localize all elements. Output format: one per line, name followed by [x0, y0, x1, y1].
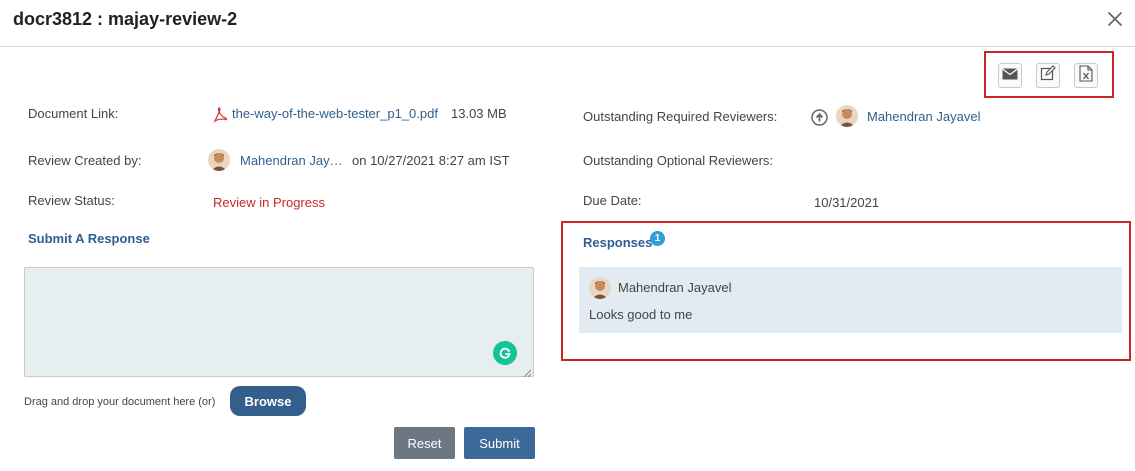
header-divider [0, 46, 1135, 47]
upload-circle-icon [811, 109, 828, 126]
email-icon [1002, 67, 1018, 85]
excel-export-icon [1079, 64, 1093, 87]
responses-title: Responses [583, 235, 653, 250]
document-link-label: Document Link: [28, 106, 119, 121]
browse-button[interactable]: Browse [230, 386, 306, 416]
review-created-by-label: Review Created by: [28, 153, 142, 168]
creator-name-link[interactable]: Mahendran Jay… [240, 153, 343, 168]
grammarly-icon[interactable] [493, 341, 517, 365]
response-item [579, 267, 1122, 333]
response-text: Looks good to me [589, 307, 693, 322]
resize-grip-icon[interactable] [522, 365, 532, 378]
responses-count-badge: 1 [650, 231, 665, 246]
document-size: 13.03 MB [451, 106, 507, 121]
submit-response-title: Submit A Response [28, 231, 150, 246]
email-button[interactable] [998, 63, 1022, 88]
due-date-label: Due Date: [583, 193, 642, 208]
created-on: on 10/27/2021 8:27 am IST [352, 153, 510, 168]
required-reviewer-link[interactable]: Mahendran Jayavel [867, 109, 980, 124]
response-textarea[interactable] [24, 267, 534, 377]
review-status-value: Review in Progress [213, 195, 325, 210]
response-author: Mahendran Jayavel [618, 280, 732, 295]
document-link[interactable]: the-way-of-the-web-tester_p1_0.pdf [232, 106, 438, 121]
reset-button[interactable]: Reset [394, 427, 455, 459]
due-date-value: 10/31/2021 [814, 195, 880, 210]
close-icon[interactable] [1106, 10, 1124, 28]
edit-icon [1040, 65, 1056, 86]
avatar [208, 149, 230, 171]
dialog-title: docr3812 : majay-review-2 [13, 9, 238, 29]
optional-reviewers-label: Outstanding Optional Reviewers: [583, 153, 774, 168]
edit-button[interactable] [1036, 63, 1060, 88]
required-reviewers-label: Outstanding Required Reviewers: [583, 109, 778, 124]
submit-button[interactable]: Submit [464, 427, 535, 459]
avatar [836, 105, 858, 127]
review-status-label: Review Status: [28, 193, 115, 208]
pdf-icon [213, 107, 227, 123]
drag-drop-text: Drag and drop your document here (or) [24, 396, 216, 408]
avatar [589, 277, 611, 299]
excel-export-button[interactable] [1074, 63, 1098, 88]
